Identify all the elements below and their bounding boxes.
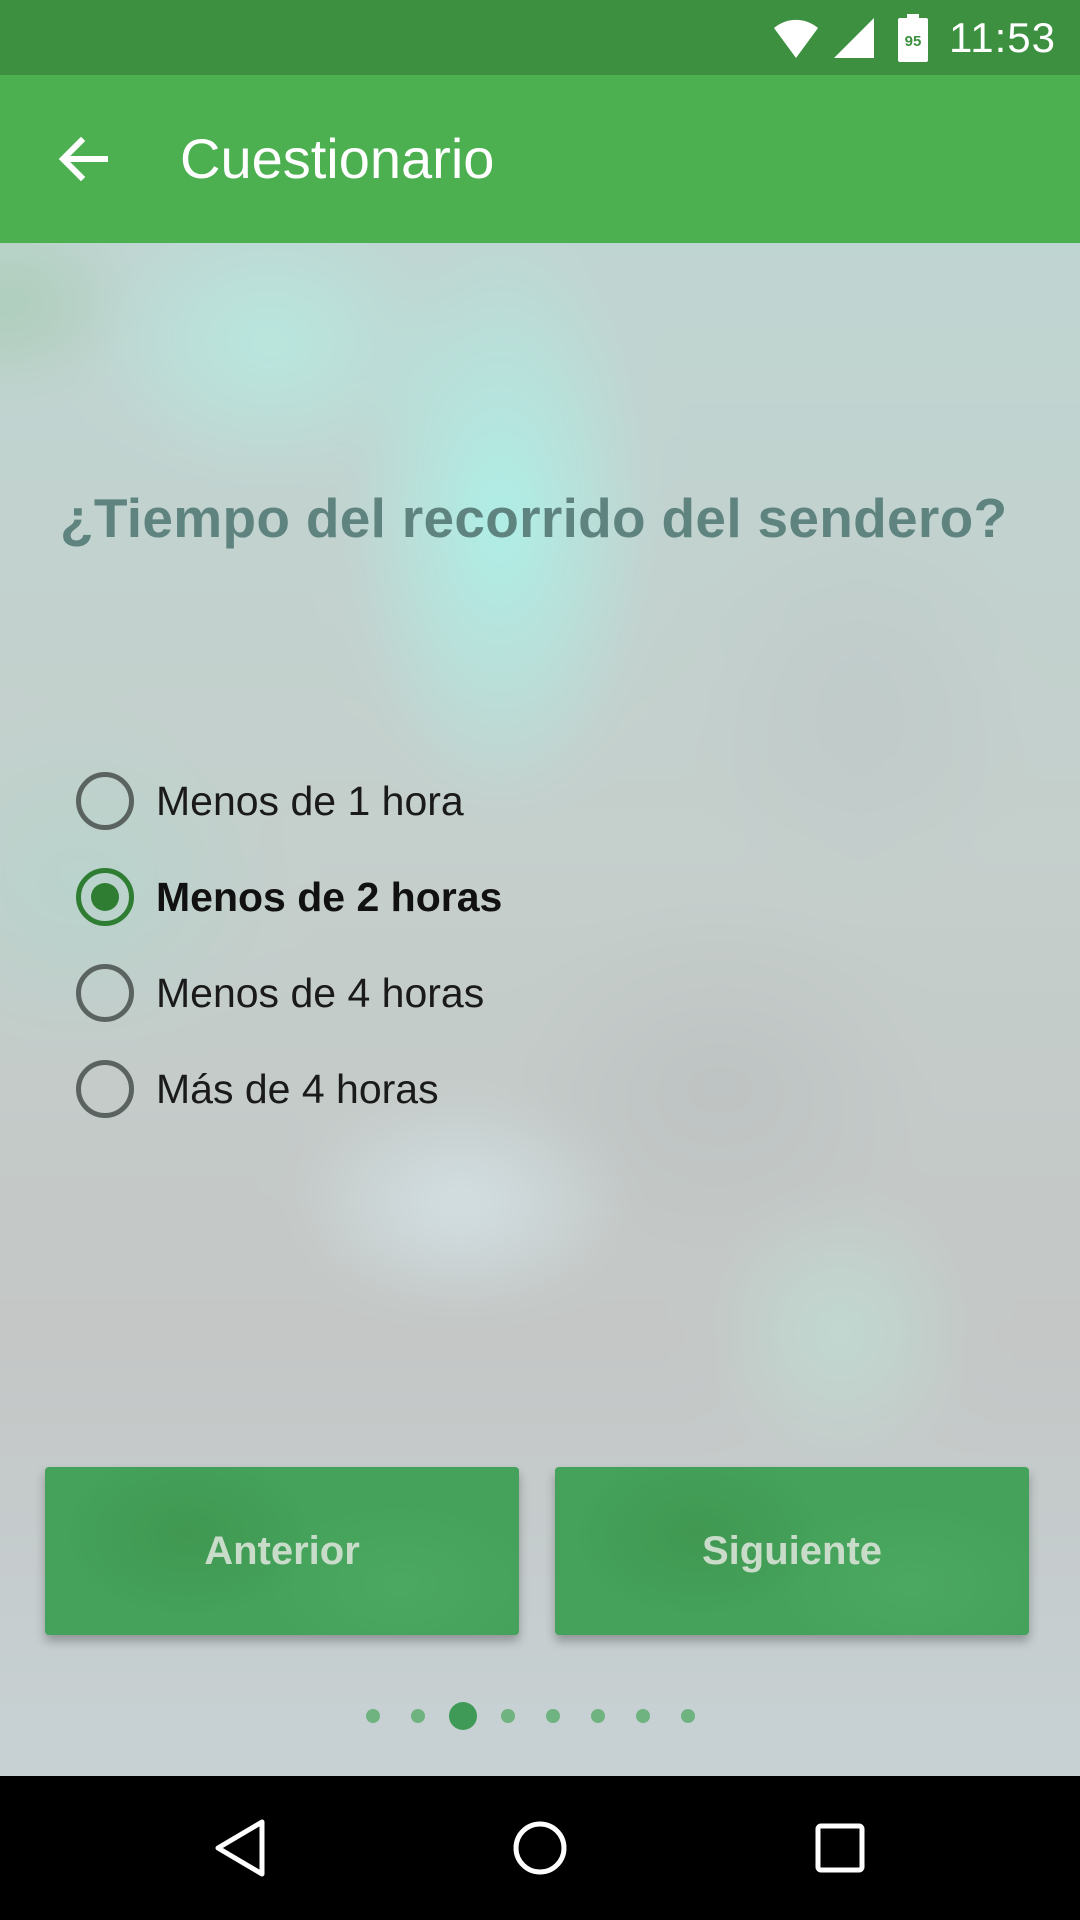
page-dot — [545, 1709, 560, 1723]
battery-level: 95 — [905, 33, 922, 50]
nav-back-button[interactable] — [200, 1808, 280, 1888]
page-dot — [635, 1709, 650, 1723]
question-text: ¿Tiempo del recorrido del sendero? — [60, 487, 1008, 549]
battery-icon: 95 — [898, 14, 928, 67]
page-dot — [500, 1709, 515, 1723]
nav-back-icon — [215, 1819, 265, 1877]
arrow-back-icon — [58, 136, 108, 182]
page-title: Cuestionario — [180, 127, 495, 190]
system-navigation-bar — [0, 1776, 1080, 1920]
page-dot-active — [448, 1702, 477, 1730]
page-dot — [590, 1709, 605, 1723]
option-less-than-2-hours[interactable]: Menos de 2 horas — [76, 849, 776, 945]
option-label: Menos de 4 horas — [156, 970, 485, 1016]
questionnaire-content: ¿Tiempo del recorrido del sendero? Menos… — [0, 243, 1080, 1776]
page-dot — [680, 1709, 695, 1723]
back-button[interactable] — [40, 119, 126, 199]
status-bar: 95 11:53 — [0, 0, 1080, 75]
cell-signal-icon — [832, 16, 876, 65]
radio-button[interactable] — [76, 964, 134, 1022]
nav-recents-button[interactable] — [800, 1808, 880, 1888]
nav-recents-icon — [815, 1823, 865, 1873]
option-less-than-1-hour[interactable]: Menos de 1 hora — [76, 753, 776, 849]
page-dot — [410, 1709, 425, 1723]
nav-home-button[interactable] — [500, 1808, 580, 1888]
option-less-than-4-hours[interactable]: Menos de 4 horas — [76, 945, 776, 1041]
nav-home-icon — [513, 1821, 567, 1875]
radio-button-selected[interactable] — [76, 868, 134, 926]
option-label: Más de 4 horas — [156, 1066, 439, 1112]
option-label: Menos de 1 hora — [156, 778, 464, 824]
option-label: Menos de 2 horas — [156, 874, 503, 920]
page-indicator — [0, 1701, 1080, 1731]
previous-button[interactable]: Anterior — [45, 1467, 519, 1635]
radio-button[interactable] — [76, 772, 134, 830]
page-dot — [365, 1709, 380, 1723]
answer-options: Menos de 1 hora Menos de 2 horas Menos d… — [76, 753, 776, 1137]
app-bar: Cuestionario — [0, 75, 1080, 243]
wifi-icon — [772, 16, 820, 65]
status-time: 11:53 — [949, 14, 1056, 61]
option-more-than-4-hours[interactable]: Más de 4 horas — [76, 1041, 776, 1137]
next-button[interactable]: Siguiente — [555, 1467, 1029, 1635]
radio-button[interactable] — [76, 1060, 134, 1118]
phone-screen: 95 11:53 Cuestionario ¿Tiempo del recorr… — [0, 0, 1080, 1920]
